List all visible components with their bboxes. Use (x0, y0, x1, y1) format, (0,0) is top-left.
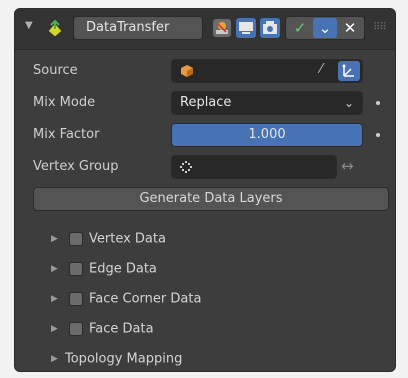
collapse-triangle-icon[interactable]: ▼ (25, 20, 33, 31)
mix-mode-dropdown[interactable]: Replace ⌄ (171, 91, 363, 115)
subpanel-edge-data[interactable]: ▶ Edge Data (51, 259, 157, 279)
header-button-group: ✓ ⌄ ✕ (285, 16, 365, 40)
mix-mode-label: Mix Mode (33, 95, 96, 110)
subpanel-checkbox[interactable] (69, 322, 83, 336)
mix-factor-label: Mix Factor (33, 127, 100, 142)
mix-mode-value: Replace (180, 95, 232, 110)
subpanel-face-data[interactable]: ▶ Face Data (51, 319, 154, 339)
subpanel-topology-mapping[interactable]: ▶ Topology Mapping (51, 349, 182, 369)
subpanel-face-corner-data[interactable]: ▶ Face Corner Data (51, 289, 201, 309)
modifier-panel: ▼ DataTransfer ✓ ⌄ ✕ ⠿⠿ Source ⁄ Mix Mod… (14, 8, 396, 372)
modifier-name-input[interactable]: DataTransfer (73, 16, 203, 40)
edit-mode-cage-icon[interactable] (211, 17, 233, 39)
expand-triangle-icon: ▶ (51, 294, 58, 304)
subpanel-vertex-data[interactable]: ▶ Vertex Data (51, 229, 166, 249)
subpanel-checkbox[interactable] (69, 262, 83, 276)
subpanel-checkbox[interactable] (69, 232, 83, 246)
expand-triangle-icon: ▶ (51, 324, 58, 334)
subpanel-checkbox[interactable] (69, 292, 83, 306)
source-field[interactable]: ⁄ (171, 59, 363, 83)
object-transform-toggle-icon[interactable] (338, 61, 360, 81)
drag-grip-icon[interactable]: ⠿⠿ (373, 22, 387, 33)
eyedropper-icon[interactable]: ⁄ (320, 62, 322, 77)
close-x-icon[interactable]: ✕ (338, 18, 362, 38)
expand-triangle-icon: ▶ (51, 264, 58, 274)
keyframe-dot-icon[interactable] (376, 101, 380, 105)
chevron-down-icon: ⌄ (343, 96, 354, 110)
vertex-group-field[interactable] (171, 155, 337, 179)
subpanel-label: Face Corner Data (89, 291, 202, 307)
checkmark-apply-icon[interactable]: ✓ (288, 18, 312, 38)
subpanel-label: Topology Mapping (65, 351, 183, 367)
chevron-down-icon[interactable]: ⌄ (313, 18, 337, 38)
vertex-group-icon (180, 161, 192, 173)
subpanel-label: Vertex Data (89, 231, 166, 247)
realtime-display-icon[interactable] (235, 17, 257, 39)
subpanel-label: Face Data (89, 321, 154, 337)
source-label: Source (33, 63, 78, 78)
expand-triangle-icon: ▶ (51, 234, 58, 244)
invert-arrows-icon[interactable]: ↔ (341, 157, 354, 175)
vertex-group-label: Vertex Group (33, 159, 119, 174)
modifier-header: ▼ DataTransfer ✓ ⌄ ✕ ⠿⠿ (15, 9, 395, 50)
data-transfer-modifier-icon (47, 19, 63, 38)
mix-factor-slider[interactable]: 1.000 (171, 123, 363, 147)
render-icon[interactable] (259, 17, 281, 39)
keyframe-dot-icon[interactable] (376, 133, 380, 137)
object-cube-icon (181, 65, 193, 77)
subpanel-label: Edge Data (89, 261, 157, 277)
generate-data-layers-button[interactable]: Generate Data Layers (33, 187, 389, 211)
expand-triangle-icon: ▶ (51, 354, 58, 364)
